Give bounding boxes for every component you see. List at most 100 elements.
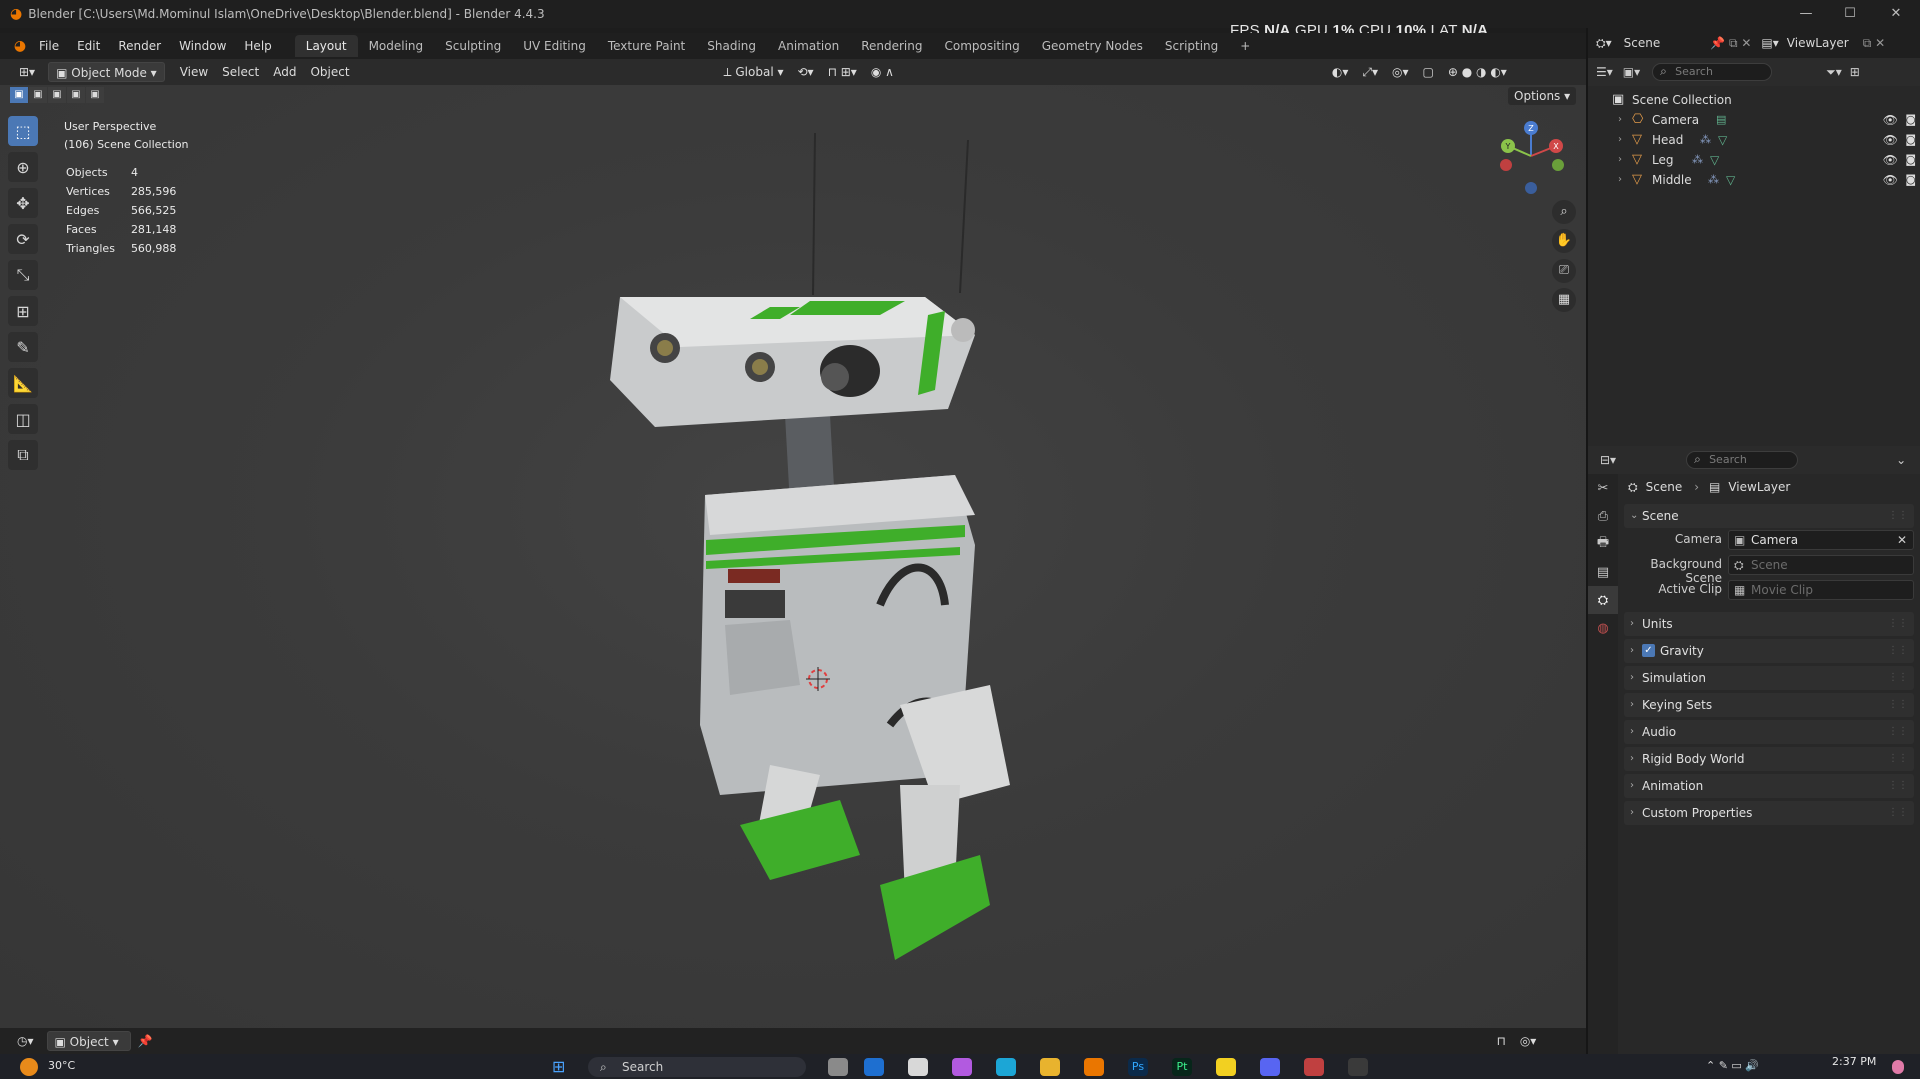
render-tab-icon[interactable]: ⎙	[1588, 502, 1618, 530]
panel-simulation[interactable]: › Simulation ⋮⋮	[1624, 666, 1914, 690]
tree-item-scene-collection[interactable]: ▣ Scene Collection	[1588, 90, 1920, 110]
render-camera-icon[interactable]: ◙	[1905, 110, 1916, 130]
select-invert-icon[interactable]: ▣	[67, 87, 85, 103]
mesh-data-icon[interactable]: ▽	[1726, 170, 1735, 190]
menu-view[interactable]: View	[173, 62, 215, 82]
camera-data-icon[interactable]: ▤	[1716, 110, 1726, 130]
minimize-icon[interactable]: —	[1796, 6, 1816, 22]
render-camera-icon[interactable]: ◙	[1905, 150, 1916, 170]
tab-layout[interactable]: Layout	[294, 35, 358, 57]
menu-help[interactable]: Help	[235, 35, 280, 57]
menu-render[interactable]: Render	[109, 35, 170, 57]
outliner-editor-icon[interactable]: ☰▾	[1596, 65, 1613, 79]
tree-item-leg[interactable]: › ▽ Leg ⁂ ▽ 👁 ◙	[1588, 150, 1920, 170]
clear-icon[interactable]: ✕	[1897, 531, 1907, 549]
panel-scene[interactable]: ⌄ Scene ⋮⋮	[1624, 504, 1914, 528]
panel-units[interactable]: › Units ⋮⋮	[1624, 612, 1914, 636]
visibility-icon[interactable]: ◐▾	[1325, 62, 1356, 82]
close-icon[interactable]: ✕	[1886, 6, 1906, 22]
snap-status-icon[interactable]: ⊓	[1489, 1031, 1512, 1051]
tab-scripting[interactable]: Scripting	[1154, 35, 1229, 57]
notification-icon[interactable]	[1892, 1060, 1904, 1074]
app-icon[interactable]	[1304, 1058, 1324, 1076]
display-mode-icon[interactable]: ▣▾	[1623, 65, 1640, 79]
add-workspace-icon[interactable]: +	[1229, 35, 1261, 57]
menu-window[interactable]: Window	[170, 35, 235, 57]
robot-model[interactable]	[0, 85, 1586, 1028]
tab-shading[interactable]: Shading	[696, 35, 767, 57]
scale-icon[interactable]: ⤡	[8, 260, 38, 290]
timeline-editor-icon[interactable]: ◷▾	[10, 1031, 41, 1051]
menu-edit[interactable]: Edit	[68, 35, 109, 57]
render-camera-icon[interactable]: ◙	[1905, 130, 1916, 150]
view-layer-name[interactable]: ViewLayer	[1787, 36, 1849, 50]
modifier-icon[interactable]: ⁂	[1692, 150, 1703, 170]
rotate-icon[interactable]: ⟳	[8, 224, 38, 254]
system-tray-icons[interactable]: ⌃ ✎ ▭ 🔊	[1706, 1059, 1759, 1072]
add-cube-icon[interactable]: ◫	[8, 404, 38, 434]
new-collection-icon[interactable]: ⊞	[1850, 65, 1860, 79]
overlay-toggle-icon[interactable]: ◎▾	[1385, 62, 1416, 82]
painter-icon[interactable]: Pt	[1172, 1058, 1192, 1076]
menu-object[interactable]: Object	[303, 62, 356, 82]
tab-geometry-nodes[interactable]: Geometry Nodes	[1031, 35, 1154, 57]
transform-orientation-dropdown[interactable]: ⟂ Global ▾	[717, 62, 791, 82]
tree-item-camera[interactable]: › ⎔ Camera ▤ 👁 ◙	[1588, 110, 1920, 130]
scene-name[interactable]: Scene	[1624, 36, 1661, 50]
xray-icon[interactable]: ▢	[1416, 62, 1441, 82]
tab-modeling[interactable]: Modeling	[358, 35, 435, 57]
drag-handle-icon[interactable]: ⋮⋮	[1888, 612, 1908, 636]
chevron-right-icon[interactable]: ›	[1618, 150, 1622, 170]
annotate-icon[interactable]: ✎	[8, 332, 38, 362]
output-tab-icon[interactable]: 🖶	[1588, 530, 1618, 558]
options-button[interactable]: Options ▾	[1508, 87, 1577, 105]
modifier-icon[interactable]: ⁂	[1700, 130, 1711, 150]
drag-handle-icon[interactable]: ⋮⋮	[1888, 720, 1908, 744]
sticky-notes-icon[interactable]	[1216, 1058, 1236, 1076]
edge-icon[interactable]	[996, 1058, 1016, 1076]
view-layer-tab-icon[interactable]: ▤	[1588, 558, 1618, 586]
world-tab-icon[interactable]: ◍	[1588, 614, 1618, 642]
ortho-grid-icon[interactable]: ▦	[1552, 288, 1576, 312]
proportional-edit-icon[interactable]: ◉ ∧	[864, 62, 901, 82]
app-icon[interactable]	[1348, 1058, 1368, 1076]
zoom-icon[interactable]: ⌕	[1552, 200, 1576, 224]
select-extend-icon[interactable]: ▣	[29, 87, 47, 103]
tab-texture-paint[interactable]: Texture Paint	[597, 35, 696, 57]
store-icon[interactable]	[908, 1058, 928, 1076]
clock[interactable]: 2:37 PM	[1832, 1055, 1876, 1068]
measure-icon[interactable]: 📐	[8, 368, 38, 398]
drag-handle-icon[interactable]: ⋮⋮	[1888, 639, 1908, 663]
render-camera-icon[interactable]: ◙	[1905, 170, 1916, 190]
select-box-icon[interactable]: ⬚	[8, 116, 38, 146]
modifier-icon[interactable]: ⁂	[1708, 170, 1719, 190]
drag-handle-icon[interactable]: ⋮⋮	[1888, 666, 1908, 690]
panel-custom-properties[interactable]: › Custom Properties ⋮⋮	[1624, 801, 1914, 825]
panel-audio[interactable]: › Audio ⋮⋮	[1624, 720, 1914, 744]
filter-icon[interactable]: ⏷▾	[1826, 65, 1842, 80]
add-object-icon[interactable]: ⧉	[8, 440, 38, 470]
tab-animation[interactable]: Animation	[767, 35, 850, 57]
tool-tab-icon[interactable]: ✂	[1588, 474, 1618, 502]
file-explorer-icon[interactable]	[1040, 1058, 1060, 1076]
navigation-gizmo[interactable]: Z X Y	[1496, 118, 1566, 198]
active-clip-field[interactable]: ▦ Movie Clip	[1728, 580, 1914, 600]
select-intersect-icon[interactable]: ▣	[86, 87, 104, 103]
panel-gravity[interactable]: › ✓ Gravity ⋮⋮	[1624, 639, 1914, 663]
properties-search-input[interactable]: Search	[1686, 451, 1799, 469]
background-scene-field[interactable]: ⛭ Scene	[1728, 555, 1914, 575]
panel-animation[interactable]: › Animation ⋮⋮	[1624, 774, 1914, 798]
blender-taskbar-icon[interactable]	[1084, 1058, 1104, 1076]
pivot-icon[interactable]: ⟲▾	[791, 62, 821, 82]
select-new-icon[interactable]: ▣	[10, 87, 28, 103]
view-layer-actions[interactable]: ⧉ ✕	[1863, 36, 1885, 51]
mesh-data-icon[interactable]: ▽	[1710, 150, 1719, 170]
windows-start-icon[interactable]: ⊞	[552, 1057, 574, 1077]
weather-icon[interactable]	[20, 1058, 38, 1076]
object-dropdown[interactable]: ▣ Object ▾	[46, 1031, 131, 1051]
task-view-icon[interactable]	[828, 1058, 848, 1076]
panel-rigid-body-world[interactable]: › Rigid Body World ⋮⋮	[1624, 747, 1914, 771]
chevron-right-icon[interactable]: ›	[1618, 110, 1622, 130]
pan-hand-icon[interactable]: ✋	[1552, 229, 1576, 253]
chevron-right-icon[interactable]: ›	[1618, 170, 1622, 190]
